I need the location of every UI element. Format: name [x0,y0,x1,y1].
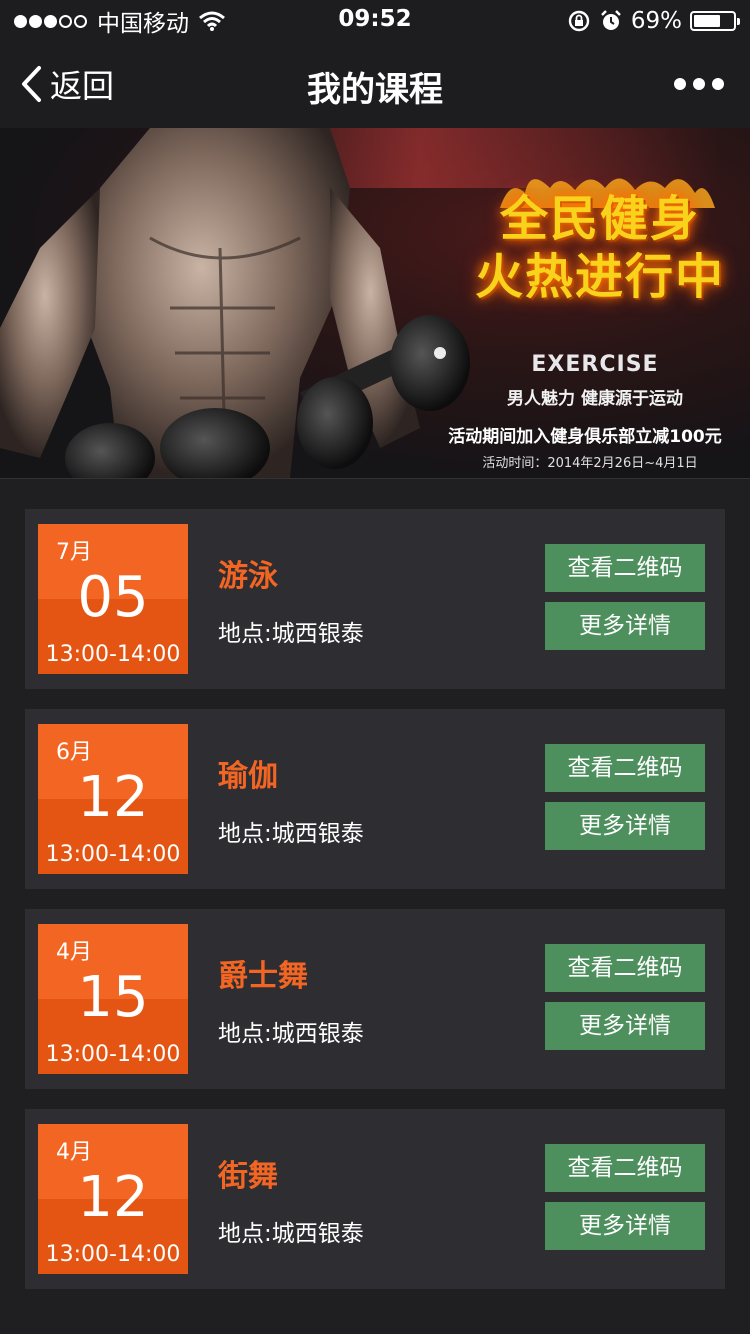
course-date: 6月 12 13:00-14:00 [38,724,188,874]
banner-date: 活动时间：2014年2月26日~4月1日 [482,456,698,471]
banner-headline: 全民健身 火热进行中 [470,190,730,306]
page-title: 我的课程 [307,70,443,110]
course-day: 05 [77,565,149,630]
course-day: 12 [77,1165,149,1230]
view-qr-code-button[interactable]: 查看二维码 [545,744,705,792]
alarm-icon [601,10,621,30]
course-name: 瑜伽 [218,759,278,794]
course-name: 街舞 [218,1159,278,1194]
banner-slogan: 男人魅力 健康源于运动 [507,389,683,409]
course-month: 7月 [56,540,92,565]
banner-exercise-text: EXERCISE [531,352,659,377]
promo-banner[interactable]: 全民健身 火热进行中 EXERCISE 男人魅力 健康源于运动 活动期间加入健身… [0,128,750,478]
course-month: 6月 [56,740,92,765]
course-date: 4月 15 13:00-14:00 [38,924,188,1074]
rotation-lock-icon [568,10,590,32]
course-day: 15 [77,965,149,1030]
battery-icon [690,11,740,31]
course-time: 13:00-14:00 [45,642,181,667]
more-details-button[interactable]: 更多详情 [545,1002,705,1050]
course-name: 游泳 [218,559,278,594]
banner-headline-line1: 全民健身 [499,191,700,247]
status-bar: 中国移动 09:52 69% [0,0,750,40]
course-card: 7月 05 13:00-14:00 游泳 地点:城西银泰 查看二维码 更多详情 [25,509,725,689]
course-list: 7月 05 13:00-14:00 游泳 地点:城西银泰 查看二维码 更多详情 … [0,478,750,1334]
fitness-model-image [0,128,470,478]
course-card: 4月 12 13:00-14:00 街舞 地点:城西银泰 查看二维码 更多详情 [25,1109,725,1289]
course-card: 6月 12 13:00-14:00 瑜伽 地点:城西银泰 查看二维码 更多详情 [25,709,725,889]
view-qr-code-button[interactable]: 查看二维码 [545,944,705,992]
more-details-button[interactable]: 更多详情 [545,602,705,650]
course-location: 地点:城西银泰 [218,1021,364,1047]
battery-level [694,15,721,27]
course-location: 地点:城西银泰 [218,821,364,847]
navigation-bar: 返回 我的课程 [0,40,750,128]
course-month: 4月 [56,940,92,965]
course-location: 地点:城西银泰 [218,1221,364,1247]
more-menu-button[interactable] [674,70,724,98]
view-qr-code-button[interactable]: 查看二维码 [545,1144,705,1192]
course-day: 12 [77,765,149,830]
more-dots-icon [674,78,686,90]
course-time: 13:00-14:00 [45,1242,181,1267]
banner-promo: 活动期间加入健身俱乐部立减100元 [448,427,722,447]
course-month: 4月 [56,1140,92,1165]
status-right: 69% [567,6,740,36]
course-location: 地点:城西银泰 [218,621,364,647]
course-card: 4月 15 13:00-14:00 爵士舞 地点:城西银泰 查看二维码 更多详情 [25,909,725,1089]
more-details-button[interactable]: 更多详情 [545,1202,705,1250]
course-date: 4月 12 13:00-14:00 [38,1124,188,1274]
banner-headline-line2: 火热进行中 [474,249,725,305]
battery-percent: 69% [630,8,682,34]
course-name: 爵士舞 [218,959,308,994]
view-qr-code-button[interactable]: 查看二维码 [545,544,705,592]
more-details-button[interactable]: 更多详情 [545,802,705,850]
course-time: 13:00-14:00 [45,1042,181,1067]
course-date: 7月 05 13:00-14:00 [38,524,188,674]
course-time: 13:00-14:00 [45,842,181,867]
